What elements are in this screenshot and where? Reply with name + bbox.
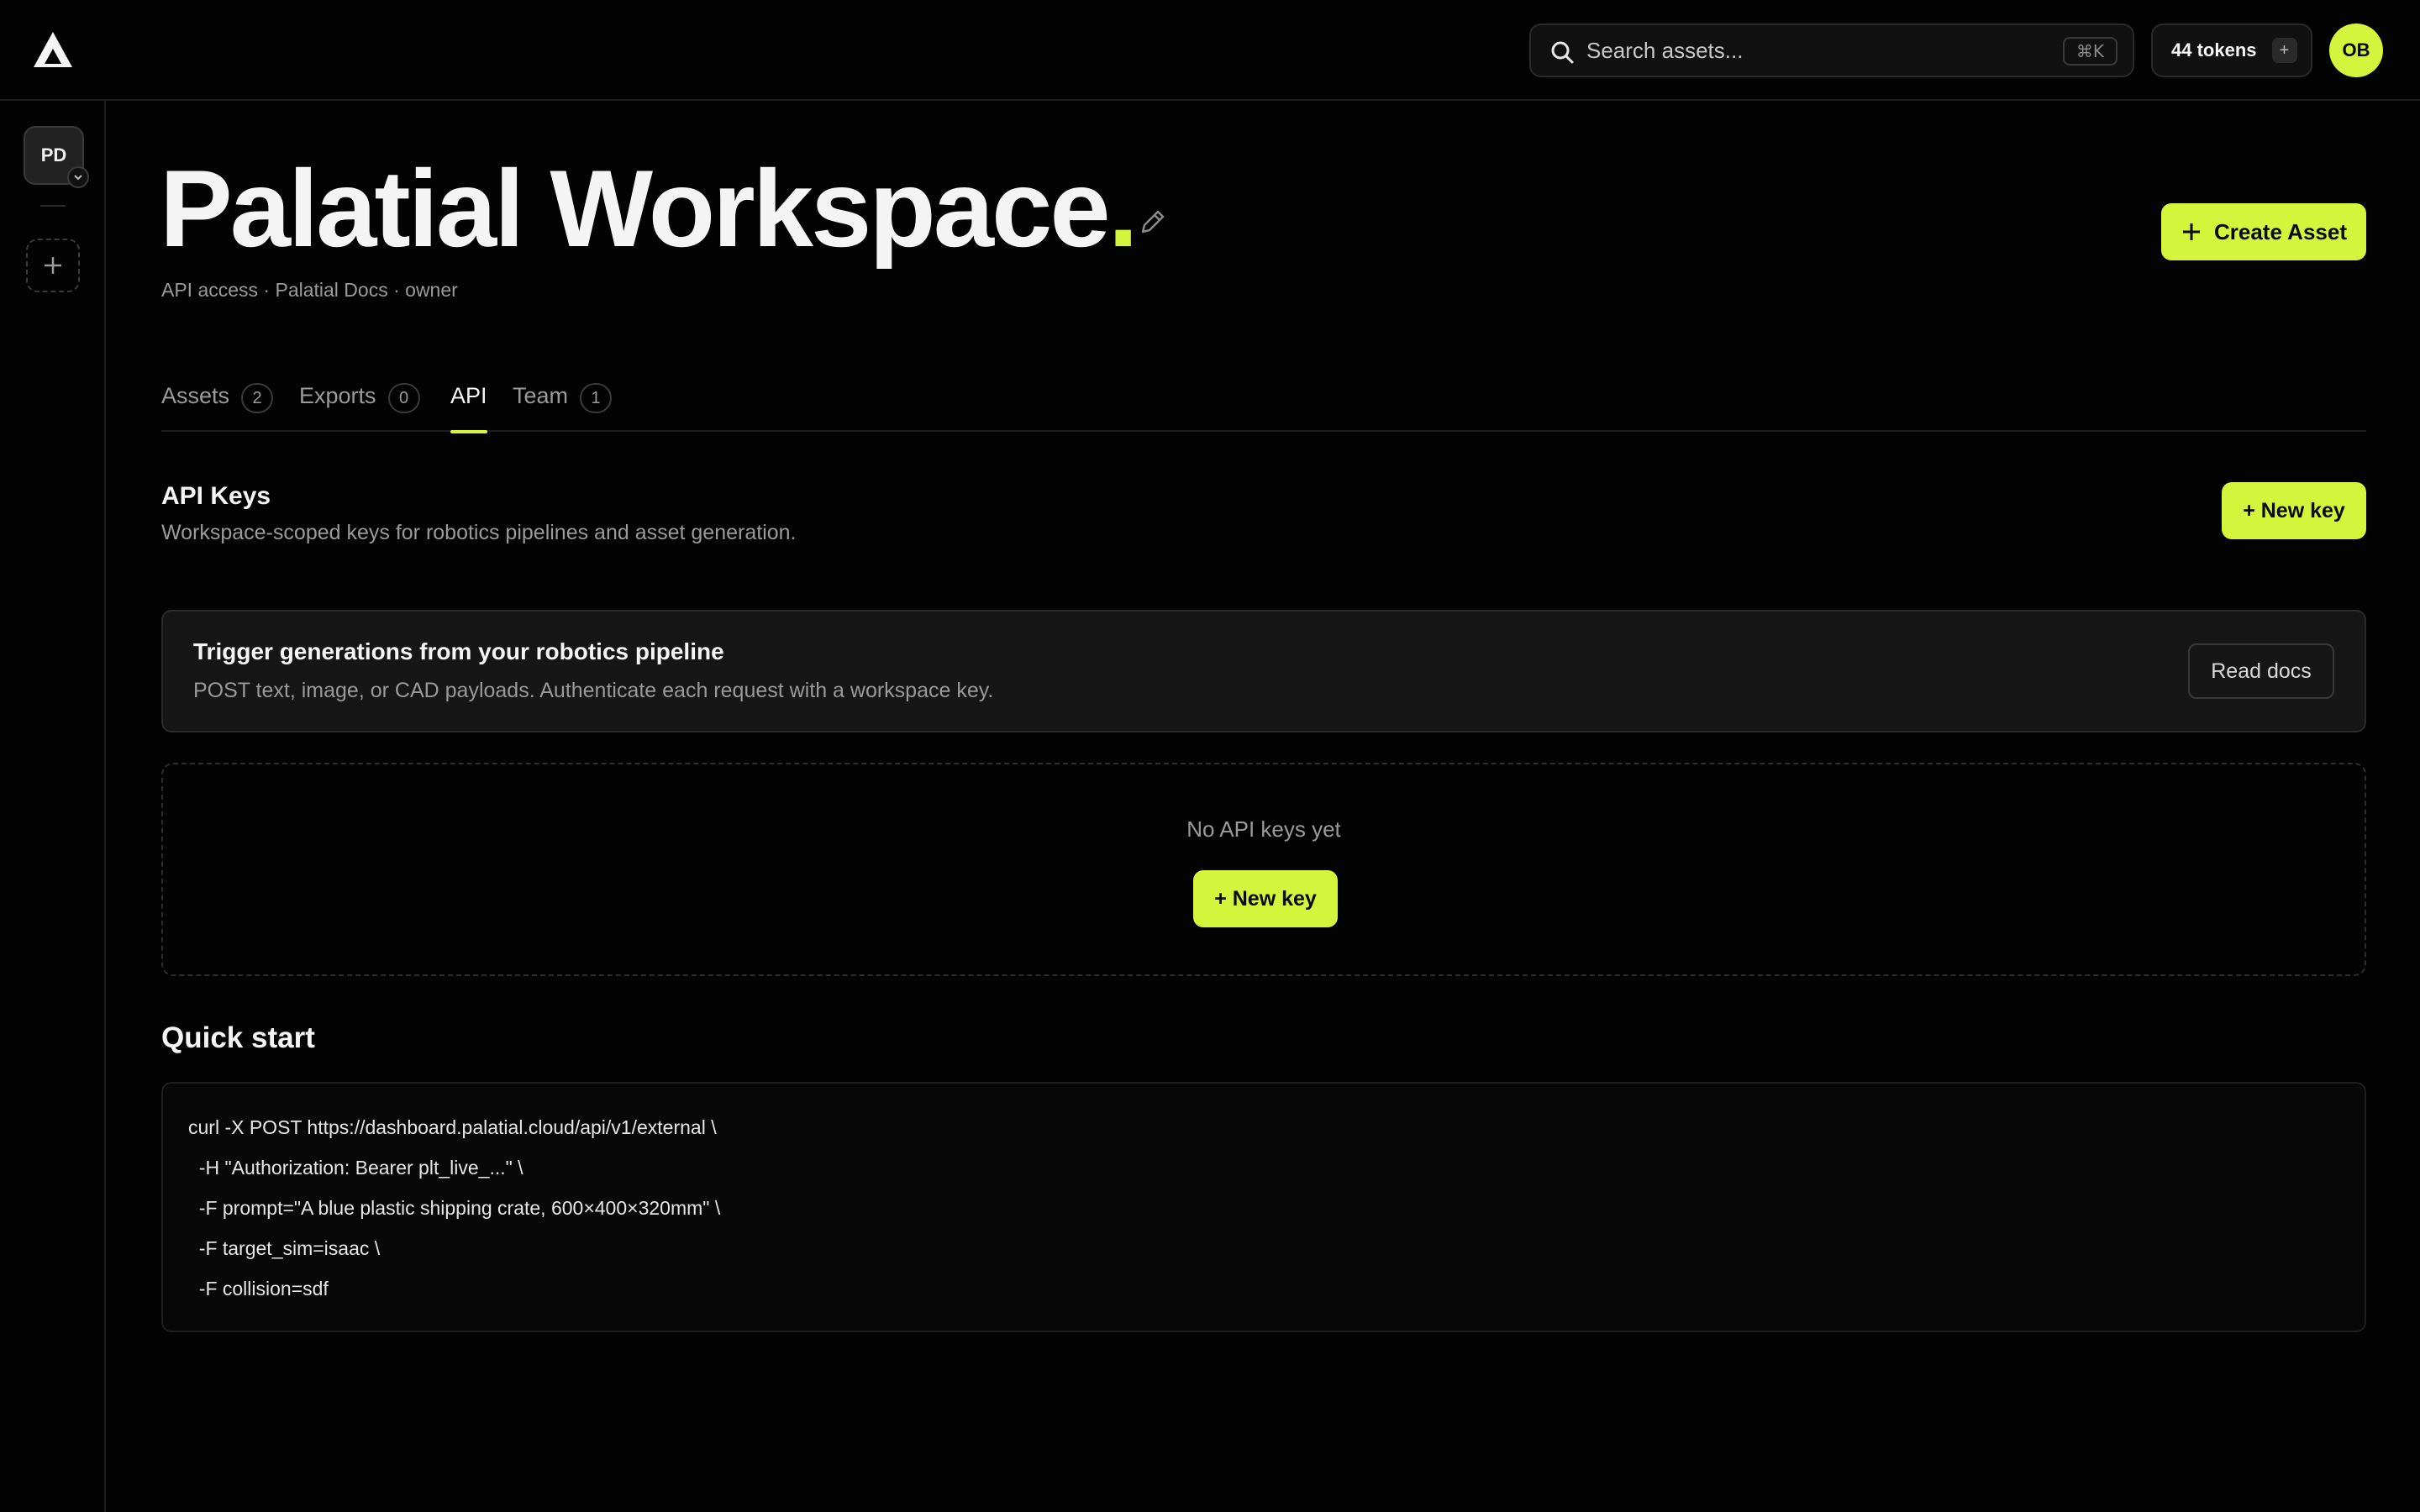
quick-start-code-block[interactable]: curl -X POST https://dashboard.palatial.… bbox=[161, 1082, 2366, 1332]
quick-start-title: Quick start bbox=[161, 1021, 315, 1054]
tab-label: Exports bbox=[299, 383, 376, 408]
page-subtitle: API access · Palatial Docs · owner bbox=[161, 279, 458, 301]
tab-count-badge: 1 bbox=[580, 383, 613, 413]
pipeline-card-title: Trigger generations from your robotics p… bbox=[193, 638, 724, 664]
add-tokens-icon: + bbox=[2271, 38, 2297, 63]
workspace-sidebar: PD bbox=[0, 101, 106, 1512]
pipeline-card-description: POST text, image, or CAD payloads. Authe… bbox=[193, 679, 994, 702]
tab-label: Team bbox=[513, 383, 569, 408]
search-input[interactable] bbox=[1586, 34, 2023, 67]
page-title-text: Palatial Workspace bbox=[160, 147, 1111, 270]
code-line: -F prompt="A blue plastic shipping crate… bbox=[188, 1197, 721, 1219]
workspace-tabs: Assets 2 Exports 0 API Team 1 bbox=[161, 375, 2366, 433]
page-title: Palatial Workspace. bbox=[160, 147, 1139, 270]
tab-exports[interactable]: Exports 0 bbox=[299, 375, 420, 432]
tokens-count: 44 tokens bbox=[2171, 39, 2257, 60]
search-icon bbox=[1551, 41, 1574, 64]
palatial-logo-icon[interactable] bbox=[32, 30, 74, 69]
tab-count-badge: 2 bbox=[241, 383, 274, 413]
add-workspace-button[interactable] bbox=[26, 239, 80, 292]
code-line: curl -X POST https://dashboard.palatial.… bbox=[188, 1116, 717, 1138]
tab-label: API bbox=[450, 383, 487, 408]
tokens-button[interactable]: 44 tokens + bbox=[2151, 24, 2312, 77]
create-asset-button[interactable]: Create Asset bbox=[2161, 203, 2366, 260]
workspace-switcher[interactable]: PD bbox=[24, 126, 89, 188]
code-line: -F collision=sdf bbox=[188, 1278, 329, 1299]
tab-assets[interactable]: Assets 2 bbox=[161, 375, 274, 432]
plus-icon bbox=[45, 257, 61, 274]
chevron-down-icon bbox=[67, 166, 89, 188]
code-line: -H "Authorization: Bearer plt_live_..." … bbox=[188, 1157, 523, 1179]
read-docs-button[interactable]: Read docs bbox=[2188, 643, 2334, 699]
tab-api[interactable]: API bbox=[450, 375, 487, 433]
search-shortcut-hint: ⌘K bbox=[2062, 37, 2118, 66]
sidebar-divider bbox=[40, 205, 66, 207]
empty-state-new-key-button[interactable]: + New key bbox=[1193, 870, 1338, 927]
new-key-button[interactable]: + New key bbox=[2222, 482, 2366, 539]
code-line: -F target_sim=isaac \ bbox=[188, 1237, 381, 1259]
search-bar[interactable]: ⌘K bbox=[1529, 24, 2134, 77]
pencil-icon[interactable] bbox=[1136, 205, 1170, 239]
page-title-dot: . bbox=[1107, 147, 1139, 270]
tab-team[interactable]: Team 1 bbox=[513, 375, 613, 432]
pipeline-info-card: Trigger generations from your robotics p… bbox=[161, 610, 2366, 732]
user-avatar[interactable]: OB bbox=[2329, 24, 2383, 77]
tab-count-badge: 0 bbox=[387, 383, 420, 413]
api-keys-empty-state: No API keys yet + New key bbox=[161, 763, 2366, 976]
api-keys-description: Workspace-scoped keys for robotics pipel… bbox=[161, 521, 797, 544]
empty-state-text: No API keys yet bbox=[1186, 816, 1341, 842]
plus-icon bbox=[2182, 223, 2200, 240]
tab-label: Assets bbox=[161, 383, 230, 408]
workspace-initials: PD bbox=[40, 144, 67, 165]
top-bar: ⌘K 44 tokens + OB bbox=[0, 0, 2420, 101]
api-keys-title: API Keys bbox=[161, 482, 271, 510]
create-asset-label: Create Asset bbox=[2213, 218, 2347, 244]
